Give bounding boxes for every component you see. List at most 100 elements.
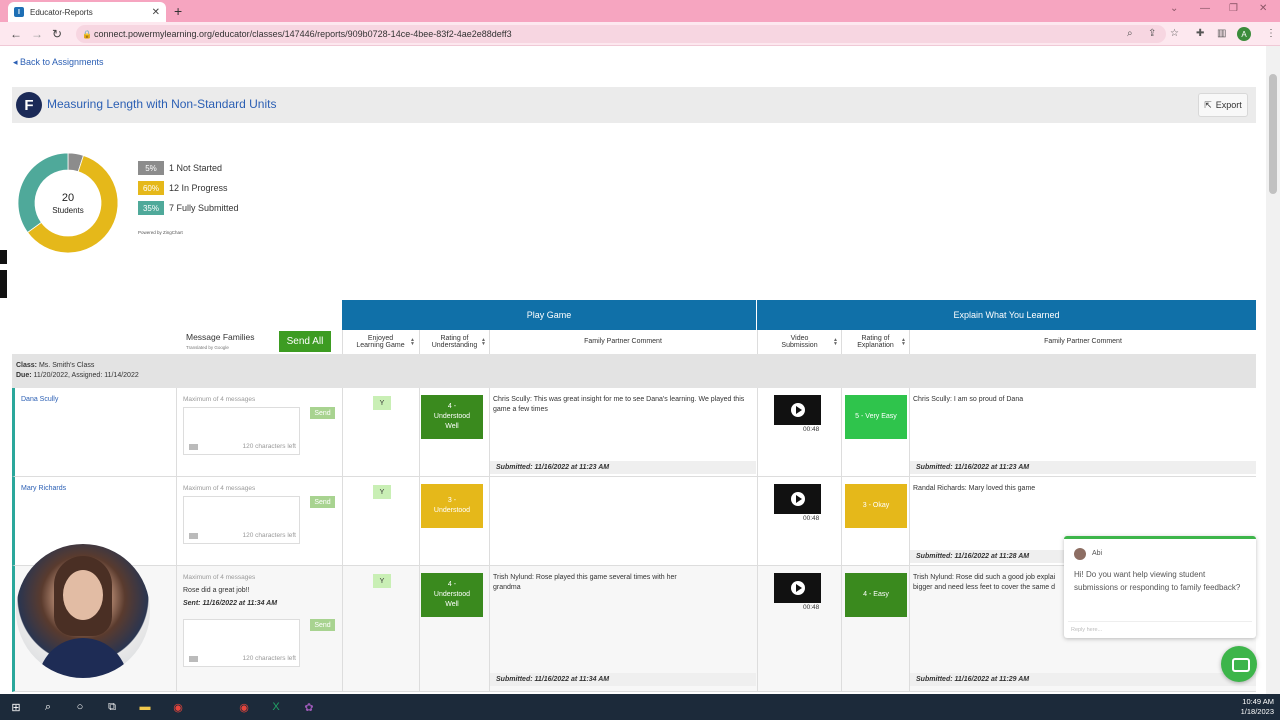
send-button[interactable]: Send (310, 496, 335, 508)
menu-dots-icon[interactable]: ⋮ (1266, 28, 1276, 39)
col-header-family-comment-2: Family Partner Comment (909, 330, 1256, 354)
send-button[interactable]: Send (310, 407, 335, 419)
legend-pct: 5% (138, 161, 164, 175)
chars-left-label: 120 characters left (242, 443, 296, 450)
export-button[interactable]: ⇱ Export (1198, 93, 1248, 117)
forward-arrow-icon[interactable]: → (31, 27, 43, 41)
close-tab-icon[interactable]: ✕ (152, 7, 160, 18)
windows-start-icon[interactable]: ⊞ (9, 700, 23, 714)
submitted-date: Submitted: 11/16/2022 at 11:29 AM (916, 676, 1030, 683)
back-arrow-icon[interactable]: ← (10, 27, 22, 41)
chrome-icon[interactable]: ◉ (237, 700, 251, 714)
status-donut-chart: 20 Students (17, 152, 119, 254)
video-thumbnail[interactable] (774, 573, 821, 603)
col-header-label: Enjoyed Learning Game (356, 334, 405, 350)
column-divider (489, 388, 490, 692)
video-thumbnail[interactable] (774, 484, 821, 514)
col-header-rating-explanation[interactable]: Rating of Explanation ▲ ▼ (841, 330, 909, 354)
enjoyed-badge: Y (373, 574, 391, 588)
chat-agent-name: Abi (1092, 550, 1103, 557)
translate-icon (189, 656, 198, 662)
system-clock[interactable]: 10:49 AM 1/18/2023 (1241, 697, 1274, 717)
app-icon[interactable]: ✿ (302, 700, 316, 714)
enjoyed-badge: Y (373, 396, 391, 410)
col-header-video[interactable]: Video Submission ▲ ▼ (757, 330, 841, 354)
video-duration: 00:48 (803, 604, 820, 611)
class-label: Class: (16, 362, 38, 369)
legend-in-progress: 60% 12 In Progress (138, 181, 228, 195)
window-close-icon[interactable]: ✕ (1259, 3, 1267, 14)
donut-segment[interactable] (17, 152, 69, 233)
col-header-rating-understanding[interactable]: Rating of Understanding ▲ ▼ (419, 330, 489, 354)
sidebar-icon[interactable]: ▥ (1217, 28, 1226, 39)
powered-by-label[interactable]: Powered by ZingChart (138, 230, 183, 235)
family-comment: Chris Scully: I am so proud of Dana (913, 396, 1024, 403)
play-icon (791, 581, 805, 595)
legend-label: 1 Not Started (169, 163, 223, 173)
side-tab[interactable] (0, 270, 7, 298)
restore-icon[interactable]: ❐ (1229, 3, 1238, 14)
explanation-rating: 3 - Okay (845, 484, 907, 528)
column-divider (176, 388, 177, 692)
chrome-icon[interactable]: ◉ (171, 700, 185, 714)
excel-icon[interactable]: X (269, 700, 283, 714)
back-to-assignments-link[interactable]: ◂ Back to Assignments (13, 57, 104, 68)
message-input[interactable]: 120 characters left (183, 407, 300, 455)
family-comment: Trish Nylund: Rose played this game seve… (493, 574, 677, 591)
site-favicon-icon: I (14, 7, 24, 17)
family-comment: Randal Richards: Mary loved this game (913, 485, 1036, 492)
webcam-face (63, 570, 103, 620)
message-families-label: Message Families (186, 332, 255, 342)
zoom-icon[interactable]: ⌕ (1127, 28, 1133, 39)
column-divider (757, 388, 758, 692)
extensions-icon[interactable]: ✚ (1196, 28, 1204, 39)
url-field[interactable]: 🔒 connect.powermylearning.org/educator/c… (76, 25, 1166, 43)
message-input[interactable]: 120 characters left (183, 496, 300, 544)
enjoyed-badge: Y (373, 485, 391, 499)
explanation-rating: 5 - Very Easy (845, 395, 907, 439)
chat-popup[interactable]: Abi Hi! Do you want help viewing student… (1064, 536, 1256, 638)
browser-tab[interactable]: I Educator-Reports ✕ (8, 2, 166, 22)
play-icon (791, 403, 805, 417)
minimize-icon[interactable]: — (1200, 3, 1210, 14)
scrollbar-thumb[interactable] (1269, 74, 1277, 194)
chevron-down-icon[interactable]: ⌄ (1170, 3, 1178, 14)
col-header-label: Rating of Understanding (431, 334, 478, 350)
url-text: connect.powermylearning.org/educator/cla… (94, 29, 512, 39)
chat-launcher-icon[interactable] (1221, 646, 1257, 682)
side-tab[interactable] (0, 250, 7, 264)
export-icon: ⇱ (1204, 99, 1212, 110)
student-name[interactable]: Dana Scully (21, 396, 58, 403)
understanding-rating: 4 - Understood Well (421, 395, 483, 439)
send-button[interactable]: Send (310, 619, 335, 631)
student-name[interactable]: Mary Richards (21, 485, 66, 492)
bookmark-star-icon[interactable]: ☆ (1170, 28, 1179, 39)
message-input[interactable]: 120 characters left (183, 619, 300, 667)
donut-total: 20 (62, 192, 74, 204)
page-title: Measuring Length with Non-Standard Units (47, 97, 277, 111)
donut-total-label: Students (52, 206, 84, 215)
share-icon[interactable]: ⇪ (1148, 28, 1156, 39)
file-explorer-icon[interactable]: ▬ (138, 700, 152, 714)
cortana-icon[interactable]: ○ (73, 700, 87, 714)
translate-icon (189, 533, 198, 539)
reload-icon[interactable]: ↻ (52, 27, 62, 41)
translated-by-google-label: Translated by Google (186, 345, 229, 350)
page-scrollbar[interactable] (1266, 46, 1280, 694)
video-thumbnail[interactable] (774, 395, 821, 425)
webcam-overlay (16, 544, 150, 678)
clock-date: 1/18/2023 (1240, 707, 1274, 716)
sent-date: Sent: 11/16/2022 at 11:34 AM (183, 600, 278, 607)
col-header-enjoyed[interactable]: Enjoyed Learning Game ▲ ▼ (342, 330, 418, 354)
task-view-icon[interactable]: ⧉ (105, 700, 119, 714)
class-info-band: Class: Ms. Smith's Class Due: 11/20/2022… (12, 354, 1256, 388)
chars-left-label: 120 characters left (242, 532, 296, 539)
new-tab-icon[interactable]: + (174, 3, 182, 19)
search-icon[interactable]: ⌕ (41, 700, 55, 714)
column-divider (909, 388, 910, 692)
clock-time: 10:49 AM (1242, 697, 1274, 706)
video-duration: 00:48 (803, 426, 820, 433)
profile-avatar[interactable]: A (1237, 27, 1251, 41)
send-all-button[interactable]: Send All (279, 331, 331, 352)
chat-reply-input[interactable]: Reply here... (1068, 621, 1252, 637)
